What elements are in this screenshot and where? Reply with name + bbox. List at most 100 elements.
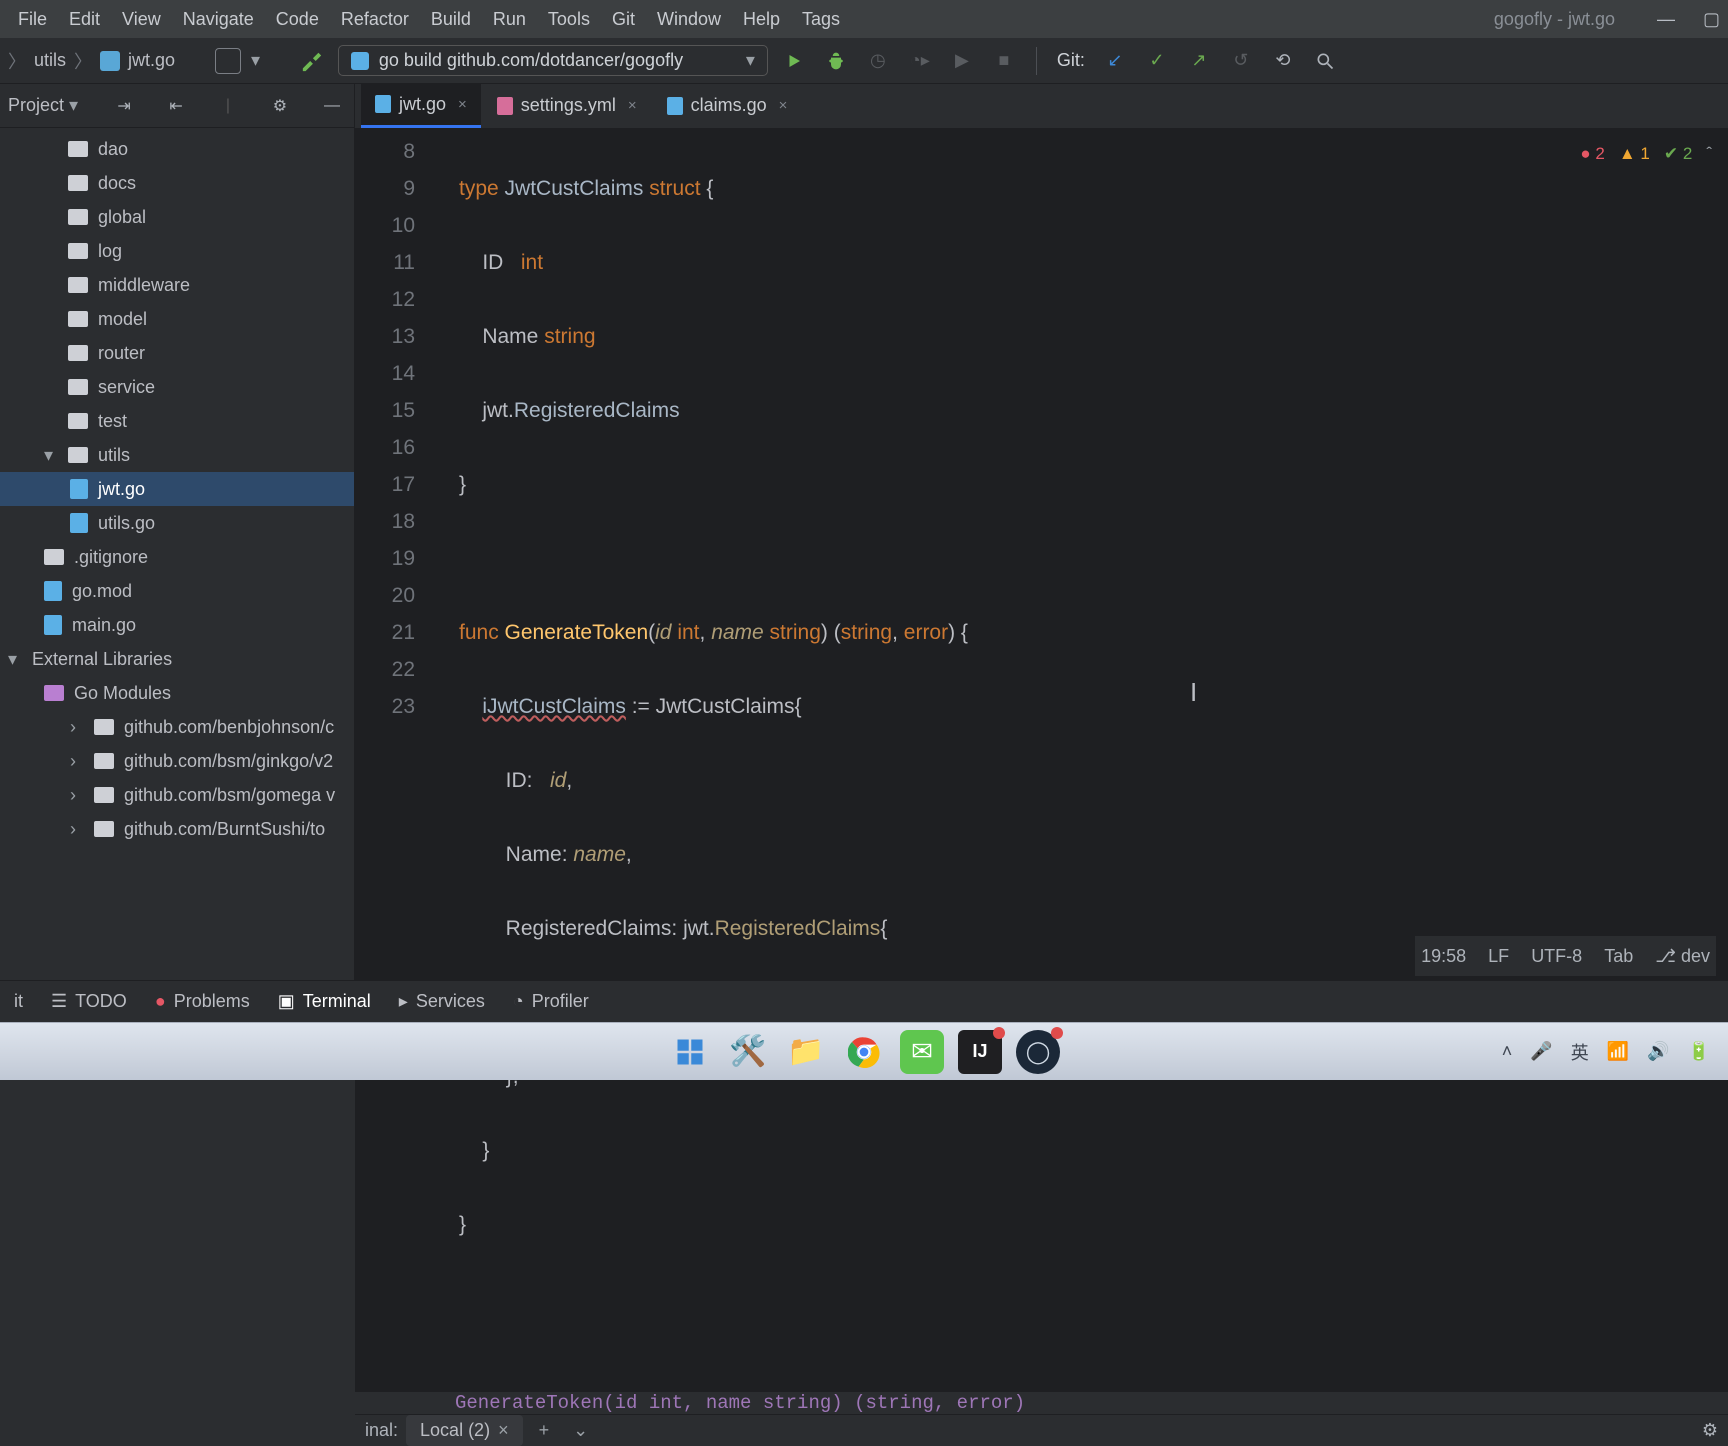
git-commit-icon[interactable]: ✓	[1141, 45, 1173, 77]
terminal-tab-local[interactable]: Local (2) ×	[406, 1415, 523, 1446]
line-number[interactable]: 18	[355, 503, 415, 540]
ime-icon[interactable]: 英	[1571, 1039, 1589, 1065]
taskbar-app-1[interactable]: 🛠️	[726, 1030, 770, 1074]
run-config-selector[interactable]: go build github.com/dotdancer/gogofly ▾	[338, 45, 768, 76]
external-libraries[interactable]: ▾External Libraries	[0, 642, 354, 676]
menu-build[interactable]: Build	[421, 5, 481, 34]
expand-all-icon[interactable]: ⇥	[110, 92, 138, 120]
stop-button[interactable]: ■	[988, 45, 1020, 77]
module-node[interactable]: ›github.com/bsm/gomega v	[0, 778, 354, 812]
breadcrumb[interactable]: 〉 utils 〉 jwt.go	[8, 48, 175, 74]
file-encoding[interactable]: UTF-8	[1531, 946, 1582, 967]
volume-icon[interactable]: 🔊	[1647, 1041, 1669, 1062]
tree-node-main-go[interactable]: main.go	[0, 608, 354, 642]
tree-node-jwt-go[interactable]: jwt.go	[0, 472, 354, 506]
git-pull-icon[interactable]: ↙	[1099, 45, 1131, 77]
line-number[interactable]: 10	[355, 207, 415, 244]
line-number[interactable]: 22	[355, 651, 415, 688]
git-history-icon[interactable]: ↺	[1225, 45, 1257, 77]
coverage-button[interactable]: ◷	[862, 45, 894, 77]
collapse-all-icon[interactable]: ⇤	[162, 92, 190, 120]
line-number[interactable]: 19	[355, 540, 415, 577]
wifi-icon[interactable]: 📶	[1607, 1041, 1629, 1062]
terminal-settings-icon[interactable]: ⚙	[1702, 1420, 1718, 1441]
tree-node-go-mod[interactable]: go.mod	[0, 574, 354, 608]
minimize-button[interactable]: —	[1657, 9, 1675, 30]
tree-node-utils-go[interactable]: utils.go	[0, 506, 354, 540]
menu-run[interactable]: Run	[483, 5, 536, 34]
debug-button[interactable]	[820, 45, 852, 77]
go-modules-node[interactable]: Go Modules	[0, 676, 354, 710]
system-tray[interactable]: ˄ 🎤 英 📶 🔊 🔋	[1502, 1039, 1710, 1065]
search-everywhere-icon[interactable]	[1309, 45, 1341, 77]
minimize-panel-icon[interactable]: —	[318, 92, 346, 120]
chrome-icon[interactable]	[842, 1030, 886, 1074]
module-node[interactable]: ›github.com/BurntSushi/to	[0, 812, 354, 846]
problems-tool-button[interactable]: ● Problems	[155, 991, 250, 1012]
tree-node-log[interactable]: log	[0, 234, 354, 268]
menu-tags[interactable]: Tags	[792, 5, 850, 34]
file-explorer-icon[interactable]: 📁	[784, 1030, 828, 1074]
menu-help[interactable]: Help	[733, 5, 790, 34]
line-number[interactable]: 16	[355, 429, 415, 466]
menu-navigate[interactable]: Navigate	[173, 5, 264, 34]
menu-tools[interactable]: Tools	[538, 5, 600, 34]
menu-refactor[interactable]: Refactor	[331, 5, 419, 34]
line-number[interactable]: 12	[355, 281, 415, 318]
terminal-dropdown[interactable]: ⌄	[565, 1416, 596, 1445]
code-content[interactable]: type JwtCustClaims struct { ID int Name …	[451, 129, 1728, 1391]
inspections-widget[interactable]: ● 2 ▲ 1 ✔ 2 ˆ	[1580, 135, 1712, 172]
project-view-selector[interactable]: Project ▾	[8, 95, 86, 116]
tree-node-utils[interactable]: ▾utils	[0, 438, 354, 472]
editor-tab-settings-yml[interactable]: settings.yml×	[483, 83, 651, 128]
line-number-gutter[interactable]: 891011121314151617181920212223	[355, 129, 431, 1391]
line-number[interactable]: 17	[355, 466, 415, 503]
line-number[interactable]: 14	[355, 355, 415, 392]
menu-git[interactable]: Git	[602, 5, 645, 34]
git-branch[interactable]: ⎇ dev	[1655, 946, 1710, 967]
settings-gear-icon[interactable]: ⚙	[266, 92, 294, 120]
tree-node-global[interactable]: global	[0, 200, 354, 234]
start-button[interactable]	[668, 1030, 712, 1074]
tree-node-router[interactable]: router	[0, 336, 354, 370]
editor-tab-claims-go[interactable]: claims.go×	[653, 83, 802, 128]
menu-edit[interactable]: Edit	[59, 5, 110, 34]
breadcrumb-function[interactable]: GenerateToken(id int, name string) (stri…	[355, 1391, 1728, 1414]
user-avatar[interactable]	[215, 48, 241, 74]
git-tool-button[interactable]: it	[14, 991, 23, 1012]
line-number[interactable]: 11	[355, 244, 415, 281]
new-terminal-button[interactable]: +	[531, 1416, 558, 1445]
tree-node-model[interactable]: model	[0, 302, 354, 336]
line-number[interactable]: 20	[355, 577, 415, 614]
attach-button[interactable]: ▶	[946, 45, 978, 77]
menu-code[interactable]: Code	[266, 5, 329, 34]
line-number[interactable]: 13	[355, 318, 415, 355]
ide-icon[interactable]: IJ	[958, 1030, 1002, 1074]
terminal-tool-button[interactable]: ▣ Terminal	[278, 991, 371, 1012]
line-number[interactable]: 9	[355, 170, 415, 207]
microphone-icon[interactable]: 🎤	[1530, 1041, 1552, 1062]
profiler-tool-button[interactable]: ◔ Profiler	[513, 991, 589, 1012]
caret-position[interactable]: 19:58	[1421, 946, 1466, 967]
line-number[interactable]: 23	[355, 688, 415, 725]
line-number[interactable]: 21	[355, 614, 415, 651]
line-number[interactable]: 8	[355, 133, 415, 170]
profile-button[interactable]: ◔▸	[904, 45, 936, 77]
line-number[interactable]: 15	[355, 392, 415, 429]
module-node[interactable]: ›github.com/bsm/ginkgo/v2	[0, 744, 354, 778]
tree-node-middleware[interactable]: middleware	[0, 268, 354, 302]
battery-icon[interactable]: 🔋	[1688, 1041, 1710, 1062]
close-tab-icon[interactable]: ×	[775, 97, 788, 114]
git-push-icon[interactable]: ↗	[1183, 45, 1215, 77]
tree-node-test[interactable]: test	[0, 404, 354, 438]
module-node[interactable]: ›github.com/benbjohnson/c	[0, 710, 354, 744]
editor-tab-jwt-go[interactable]: jwt.go×	[361, 83, 481, 128]
tree-node-service[interactable]: service	[0, 370, 354, 404]
menu-view[interactable]: View	[112, 5, 171, 34]
menu-file[interactable]: File	[8, 5, 57, 34]
code-editor[interactable]: ● 2 ▲ 1 ✔ 2 ˆ 89101112131415161718192021…	[355, 129, 1728, 1391]
fold-column[interactable]	[431, 129, 451, 1391]
todo-tool-button[interactable]: ☰ TODO	[51, 991, 127, 1012]
close-tab-icon[interactable]: ×	[454, 96, 467, 113]
indent-setting[interactable]: Tab	[1604, 946, 1633, 967]
